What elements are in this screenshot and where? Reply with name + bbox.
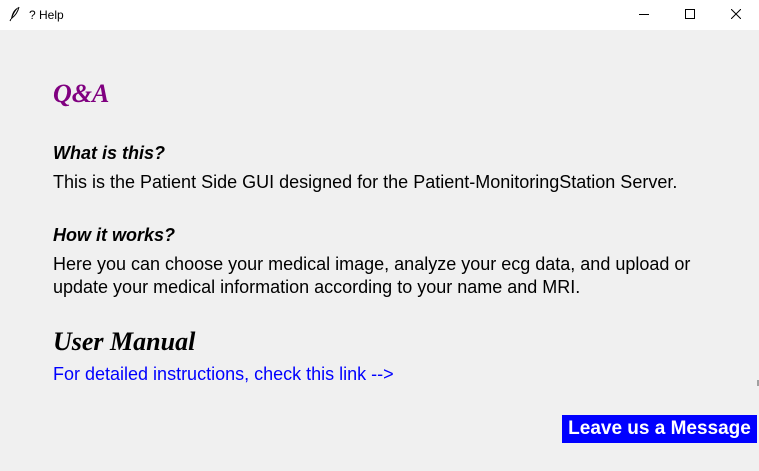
- user-manual-heading: User Manual: [53, 327, 196, 356]
- qa-heading: Q&A: [53, 79, 110, 108]
- feather-icon: [8, 6, 22, 22]
- minimize-icon: [639, 6, 649, 24]
- close-button[interactable]: [713, 0, 759, 30]
- window-title: ? Help: [29, 8, 64, 22]
- question-what-is-this: What is this?: [53, 143, 165, 163]
- title-bar[interactable]: ? Help: [0, 0, 759, 30]
- help-content: Q&A What is this? This is the Patient Si…: [0, 30, 759, 471]
- close-icon: [730, 6, 742, 24]
- leave-message-button[interactable]: Leave us a Message: [562, 415, 757, 443]
- minimize-button[interactable]: [621, 0, 667, 30]
- answer-line: Here you can choose your medical image, …: [53, 254, 691, 274]
- user-manual-link[interactable]: For detailed instructions, check this li…: [53, 364, 394, 385]
- answer-line: This is the Patient Side GUI designed fo…: [53, 172, 678, 192]
- maximize-icon: [685, 6, 695, 24]
- help-window: ? Help Q&A What is this? This is the Pat…: [0, 0, 759, 471]
- question-how-it-works: How it works?: [53, 225, 176, 245]
- maximize-button[interactable]: [667, 0, 713, 30]
- answer-line: update your medical information accordin…: [53, 277, 581, 297]
- answer-how-it-works: Here you can choose your medical image, …: [53, 253, 690, 299]
- answer-what-is-this: This is the Patient Side GUI designed fo…: [53, 171, 677, 194]
